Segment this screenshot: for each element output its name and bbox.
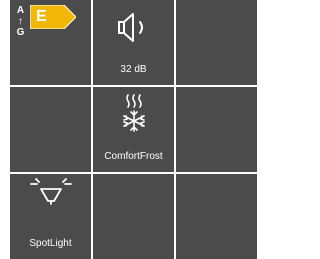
energy-class-letter: E <box>36 8 47 25</box>
noise-level-value: 32 dB <box>120 64 147 75</box>
tile-empty-5 <box>176 174 257 259</box>
comfortfrost-label: ComfortFrost <box>104 151 163 162</box>
tile-empty-1 <box>176 0 257 85</box>
energy-scale: A ↑ G <box>14 6 27 39</box>
tile-noise-level: 32 dB <box>93 0 174 85</box>
speaker-icon <box>118 13 143 42</box>
tile-energy-class: A ↑ G E <box>10 0 91 85</box>
tile-empty-2 <box>10 87 91 172</box>
spotlight-label: SpotLight <box>29 238 72 249</box>
tile-spotlight: SpotLight <box>10 174 91 259</box>
tile-empty-3 <box>176 87 257 172</box>
lamp-light-icon <box>30 178 72 205</box>
feature-grid: A ↑ G E 32 dB ComfortFrost SpotLight <box>10 0 257 259</box>
tile-empty-4 <box>93 174 174 259</box>
energy-scale-bottom: G <box>16 27 25 38</box>
snowflake-heat-icon <box>123 94 145 132</box>
tile-comfortfrost: ComfortFrost <box>93 87 174 172</box>
